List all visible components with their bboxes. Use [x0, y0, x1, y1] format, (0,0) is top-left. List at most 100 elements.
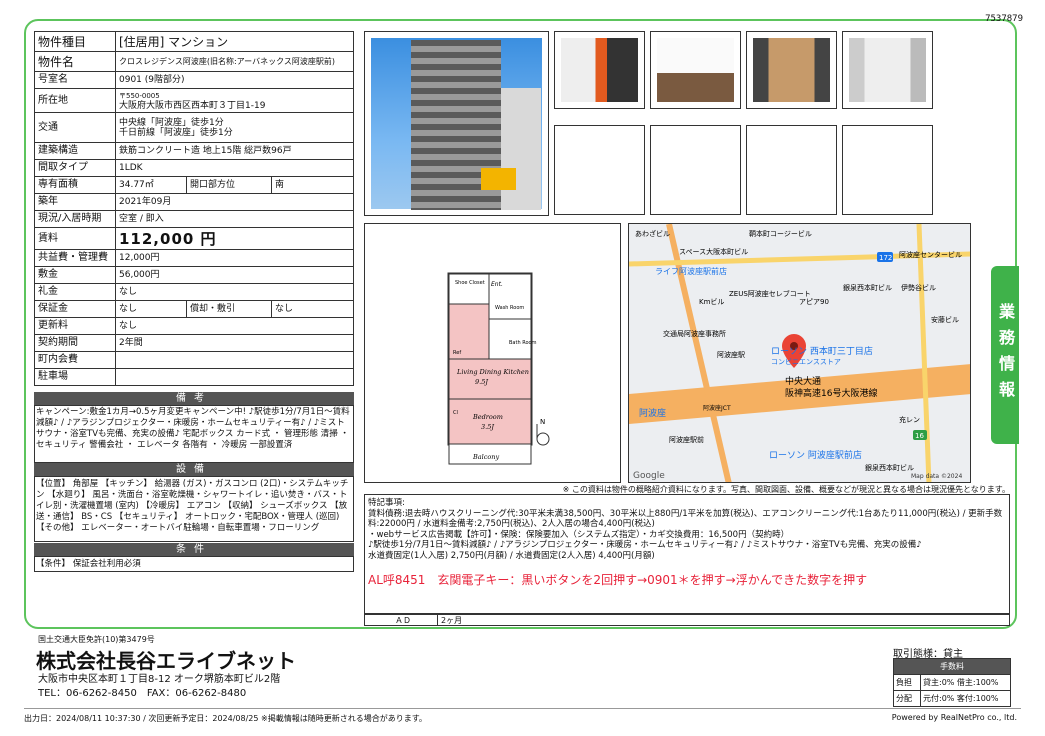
closet-cl-label: Cl	[453, 410, 458, 416]
map-label: 阿波座	[639, 407, 666, 419]
ldk-size: 9.5J	[475, 378, 488, 386]
side-tab[interactable]: 業務情報	[991, 266, 1019, 444]
entrance-photo	[554, 31, 645, 109]
structure-label: 建築構造	[34, 142, 116, 160]
area-value: 34.77㎡	[115, 176, 187, 194]
map-label: 安藤ビル	[931, 315, 959, 324]
conditions-header: 条件	[34, 543, 354, 556]
wash-room-label: Wash Room	[495, 305, 524, 311]
entrance-label: Ent.	[491, 281, 503, 288]
parking-label: 駐車場	[34, 368, 116, 386]
access-label: 交通	[34, 112, 116, 143]
key-money-label: 礼金	[34, 283, 116, 301]
remarks-text: キャンペーン:敷金1カ月→0.5ヶ月変更キャンペーン中! ♪駅徒歩1分/7月1日…	[36, 407, 350, 450]
bath-room-label: Bath Room	[509, 340, 537, 346]
company-phone: TEL：06-6262-8450 FAX：06-6262-8480	[38, 688, 247, 699]
type-value: [住居用] マンション	[115, 31, 354, 52]
company-address: 大阪市中央区本町１丁目8-12 オーク堺筋本町ビル2階	[38, 674, 281, 685]
guarantee-value: なし	[115, 300, 187, 318]
ad-label: ＡＤ	[395, 616, 411, 625]
structure-value: 鉄筋コンクリート造 地上15階 総戸数96戸	[115, 142, 354, 160]
special-line: ♪駅徒歩1分/7月1日～賃料減額♪ / ♪アラジンプロジェクター・床暖房・ホーム…	[368, 540, 922, 550]
fee-split-value: 元付:0% 客付:100%	[920, 690, 1011, 707]
route-shield: 172	[879, 254, 892, 262]
room-value: 0901 (9階部分)	[115, 71, 354, 89]
deposit-label: 敷金	[34, 266, 116, 284]
bedroom-size: 3.5J	[481, 423, 494, 431]
address-value: 大阪府大阪市西区西本町３丁目1-19	[119, 100, 266, 111]
amortization-label: 償却・敷引	[186, 300, 272, 318]
amortization-value: なし	[271, 300, 354, 318]
route-shield: 16	[915, 432, 924, 440]
access-line-1: 中央線「阿波座」徒歩1分	[119, 117, 224, 128]
empty-photo-3	[746, 125, 837, 215]
term-label: 契約期間	[34, 334, 116, 352]
area-map: あわざビル 鞆本町コージービル スペース大阪本町ビル 阿波座センタービル ライフ…	[628, 223, 971, 483]
ad-value: 2ヶ月	[437, 615, 462, 625]
area-label: 専有面積	[34, 176, 116, 194]
map-label: 阪神高速16号大阪港線	[785, 387, 877, 399]
renewal-label: 更新料	[34, 317, 116, 335]
map-label: ZEUS阿波座セレブコート	[729, 289, 811, 298]
management-fee-value: 12,000円	[115, 249, 354, 267]
access-line-2: 千日前線「阿波座」徒歩1分	[119, 127, 233, 138]
fee-table: 手数料 負担 貸主:0% 借主:100% 分配 元付:0% 客付:100%	[893, 658, 1011, 707]
town-fee-value	[115, 351, 354, 369]
ad-row: ＡＤ 2ヶ月	[364, 614, 1010, 626]
built-label: 築年	[34, 193, 116, 211]
map-label: ローソン 西本町三丁目店	[771, 345, 873, 357]
map-label: 阿波座駅前	[669, 435, 704, 444]
fee-split-label: 分配	[893, 690, 921, 707]
ldk-label: Living Dining Kitchen	[456, 368, 529, 376]
map-label: 阿波座駅	[717, 350, 745, 359]
map-label: 銀泉西本町ビル	[865, 463, 914, 472]
north-label: N	[540, 418, 545, 426]
map-label: 銀泉西本町ビル	[843, 283, 892, 292]
map-label: 阿波座センタービル	[899, 250, 962, 259]
map-label: ライフ阿波座駅前店	[655, 266, 727, 276]
special-title: 特記事項:	[368, 498, 405, 508]
empty-photo-2	[650, 125, 741, 215]
map-drawing: あわざビル 鞆本町コージービル スペース大阪本町ビル 阿波座センタービル ライフ…	[629, 224, 970, 482]
renewal-value: なし	[115, 317, 354, 335]
powered-by: Powered by RealNetPro co., ltd.	[891, 713, 1017, 722]
balcony-label: Balcony	[472, 453, 499, 461]
zip-code: 〒550-0005	[119, 91, 160, 100]
bedroom-label: Bedroom	[472, 413, 503, 421]
town-fee-label: 町内会費	[34, 351, 116, 369]
room-label: 号室名	[34, 71, 116, 89]
map-label: 鞆本町コージービル	[749, 229, 812, 238]
map-label: 中央大通	[785, 375, 821, 387]
guarantee-label: 保証金	[34, 300, 116, 318]
conditions-text: 【条件】 保証会社利用必須	[36, 559, 141, 569]
key-money-value: なし	[115, 283, 354, 301]
map-label: 阿波座JCT	[703, 404, 731, 412]
address-label: 所在地	[34, 88, 116, 113]
footer-divider	[24, 708, 1021, 709]
map-label: あわざビル	[635, 229, 670, 238]
map-label: 伊勢谷ビル	[901, 283, 936, 292]
map-copyright: Map data ©2024	[911, 473, 962, 480]
remarks-header: 備考	[34, 392, 354, 405]
bathroom-photo	[842, 31, 933, 109]
special-red-note: AL呼8451 玄関電子キー：黒いボタンを2回押す→0901＊を押す→浮かんでき…	[368, 573, 868, 587]
direction-label: 開口部方位	[186, 176, 272, 194]
layout-value: 1LDK	[115, 159, 354, 177]
license-number: 国土交通大臣免許(10)第3479号	[38, 635, 155, 644]
fee-burden-label: 負担	[893, 674, 921, 691]
google-logo: Google	[633, 471, 665, 481]
type-label: 物件種目	[34, 31, 116, 52]
empty-photo-1	[554, 125, 645, 215]
fee-burden-value: 貸主:0% 借主:100%	[920, 674, 1011, 691]
name-label: 物件名	[34, 51, 116, 72]
property-table: 物件種目 [住居用] マンション 物件名 クロスレジデンス阿波座(旧名称:アーバネッ…	[34, 31, 354, 386]
room-photo	[650, 31, 741, 109]
direction-value: 南	[271, 176, 354, 194]
term-value: 2年間	[115, 334, 354, 352]
special-line: 水道費固定(1人入居) 2,750円(月額) / 水道費固定(2人入居) 4,4…	[368, 550, 655, 561]
status-value: 空室 / 即入	[115, 210, 354, 228]
deposit-value: 56,000円	[115, 266, 354, 284]
ref-label: Ref	[453, 350, 461, 356]
parking-value	[115, 368, 354, 386]
equipment-header: 設備	[34, 463, 354, 476]
